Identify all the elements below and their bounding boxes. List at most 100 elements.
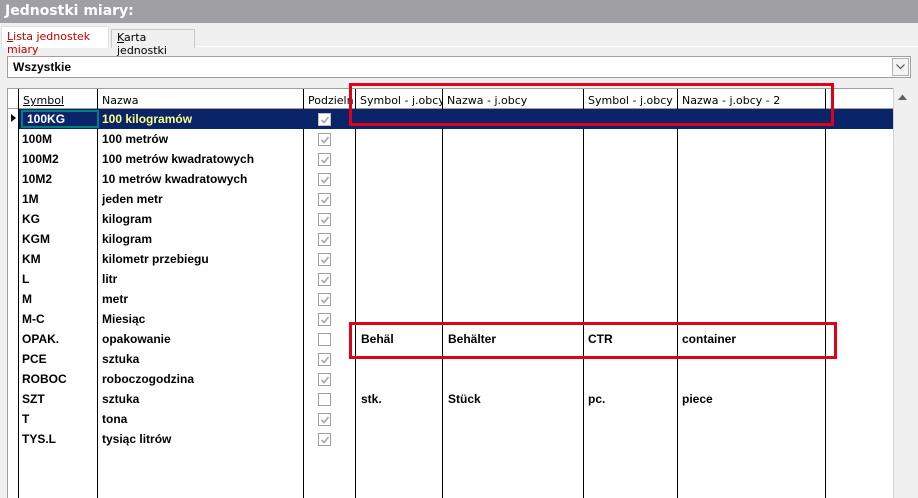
dropdown-button[interactable] [892, 58, 909, 76]
podzielna-checkbox[interactable] [318, 253, 331, 266]
table-row[interactable]: KG kilogram [19, 209, 893, 229]
cell-symbol[interactable]: L [22, 272, 29, 286]
vertical-scrollbar[interactable] [893, 88, 911, 498]
cell-symbol[interactable]: SZT [22, 392, 45, 406]
checkmark-icon [320, 436, 330, 444]
cell-nazwa[interactable]: opakowanie [102, 332, 171, 346]
highlight-box-opak-row [349, 322, 837, 359]
cell-symbol[interactable]: OPAK. [22, 332, 59, 346]
cell-nazwa[interactable]: tysiąc litrów [102, 432, 171, 446]
cell-symbol[interactable]: T [22, 412, 29, 426]
podzielna-checkbox[interactable] [318, 173, 331, 186]
podzielna-checkbox[interactable] [318, 293, 331, 306]
cell-nazwa-obcy2[interactable]: piece [682, 392, 713, 406]
row-pointer-icon [11, 114, 16, 122]
podzielna-checkbox[interactable] [318, 113, 331, 126]
cell-nazwa[interactable]: kilogram [102, 232, 152, 246]
cell-nazwa[interactable]: 100 metrów [102, 132, 168, 146]
podzielna-checkbox[interactable] [318, 393, 331, 406]
column-header-symbol[interactable]: Symbol [20, 90, 98, 109]
checkmark-icon [320, 376, 330, 384]
cell-symbol-obcy2[interactable]: pc. [588, 392, 605, 406]
cell-symbol[interactable]: M-C [22, 312, 45, 326]
podzielna-checkbox[interactable] [318, 193, 331, 206]
cell-nazwa[interactable]: jeden metr [102, 192, 163, 206]
tab-karta-label: arta jednostki [117, 31, 167, 57]
checkmark-icon [320, 416, 330, 424]
cell-symbol[interactable]: 1M [22, 192, 39, 206]
cell-nazwa[interactable]: 100 kilogramów [102, 112, 192, 126]
podzielna-checkbox[interactable] [318, 333, 331, 346]
podzielna-checkbox[interactable] [318, 413, 331, 426]
window-title: Jednostki miary: [5, 3, 134, 19]
cell-symbol[interactable]: KG [22, 212, 40, 226]
cell-nazwa[interactable]: 10 metrów kwadratowych [102, 172, 247, 186]
table-row[interactable]: ROBOC roboczogodzina [19, 369, 893, 389]
checkmark-icon [320, 176, 330, 184]
podzielna-checkbox[interactable] [318, 433, 331, 446]
table-row[interactable]: KGM kilogram [19, 229, 893, 249]
checkmark-icon [320, 156, 330, 164]
checkmark-icon [320, 116, 330, 124]
podzielna-checkbox[interactable] [318, 373, 331, 386]
checkmark-icon [320, 276, 330, 284]
checkmark-icon [320, 316, 330, 324]
checkmark-icon [320, 136, 330, 144]
filter-dropdown[interactable]: Wszystkie [7, 56, 911, 78]
cell-symbol[interactable]: KGM [22, 232, 50, 246]
cell-nazwa[interactable]: litr [102, 272, 117, 286]
symbol-edit-field[interactable]: 100KG [21, 110, 99, 128]
column-header-podzielna[interactable]: Podzielna [305, 90, 353, 109]
podzielna-checkbox[interactable] [318, 273, 331, 286]
tab-lista-jednostek[interactable]: Lista jednostek miary [1, 26, 109, 56]
cell-symbol[interactable]: KM [22, 252, 41, 266]
table-row[interactable]: KM kilometr przebiegu [19, 249, 893, 269]
cell-symbol[interactable]: ROBOC [22, 372, 67, 386]
table-row[interactable]: SZT sztuka stk. Stück pc. piece [19, 389, 893, 409]
table-row[interactable]: Llitr [19, 269, 893, 289]
table-row[interactable]: 100M 100 metrów [19, 129, 893, 149]
cell-nazwa[interactable]: sztuka [102, 352, 139, 366]
cell-nazwa-obcy[interactable]: Stück [448, 392, 481, 406]
table-row[interactable]: 100M2 100 metrów kwadratowych [19, 149, 893, 169]
tab-karta-accel: K [117, 31, 125, 44]
cell-nazwa[interactable]: tona [102, 412, 127, 426]
tab-strip: Lista jednostek miary Karta jednostki [0, 23, 918, 57]
cell-symbol[interactable]: M [22, 292, 32, 306]
cell-symbol[interactable]: 10M2 [22, 172, 52, 186]
cell-symbol-obcy[interactable]: stk. [361, 392, 382, 406]
cell-nazwa[interactable]: Miesiąc [102, 312, 145, 326]
checkmark-icon [320, 216, 330, 224]
podzielna-checkbox[interactable] [318, 353, 331, 366]
tab-lista-label: ista jednostek miary [7, 30, 91, 56]
table-row[interactable]: Mmetr [19, 289, 893, 309]
filter-value: Wszystkie [13, 60, 72, 74]
checkmark-icon [320, 296, 330, 304]
checkmark-icon [320, 236, 330, 244]
column-header-nazwa[interactable]: Nazwa [99, 90, 304, 109]
units-grid[interactable]: Symbol Nazwa Podzielna Symbol - j.obcy N… [7, 88, 911, 498]
cell-symbol[interactable]: 100M [22, 132, 52, 146]
title-bar: Jednostki miary: [0, 0, 918, 23]
chevron-down-icon [896, 64, 905, 70]
podzielna-checkbox[interactable] [318, 213, 331, 226]
tab-karta-jednostki[interactable]: Karta jednostki [111, 29, 195, 57]
podzielna-checkbox[interactable] [318, 233, 331, 246]
cell-symbol[interactable]: TYS.L [22, 432, 56, 446]
table-row[interactable]: Ttona [19, 409, 893, 429]
cell-nazwa[interactable]: metr [102, 292, 128, 306]
table-row[interactable]: 10M2 10 metrów kwadratowych [19, 169, 893, 189]
podzielna-checkbox[interactable] [318, 153, 331, 166]
scroll-up-icon[interactable] [898, 94, 907, 100]
cell-nazwa[interactable]: kilometr przebiegu [102, 252, 209, 266]
podzielna-checkbox[interactable] [318, 133, 331, 146]
table-row[interactable]: TYS.L tysiąc litrów [19, 429, 893, 449]
table-row[interactable]: 1M jeden metr [19, 189, 893, 209]
cell-symbol[interactable]: 100M2 [22, 152, 59, 166]
cell-symbol[interactable]: PCE [22, 352, 47, 366]
cell-nazwa[interactable]: roboczogodzina [102, 372, 194, 386]
cell-nazwa[interactable]: 100 metrów kwadratowych [102, 152, 254, 166]
cell-nazwa[interactable]: sztuka [102, 392, 139, 406]
cell-nazwa[interactable]: kilogram [102, 212, 152, 226]
podzielna-checkbox[interactable] [318, 313, 331, 326]
